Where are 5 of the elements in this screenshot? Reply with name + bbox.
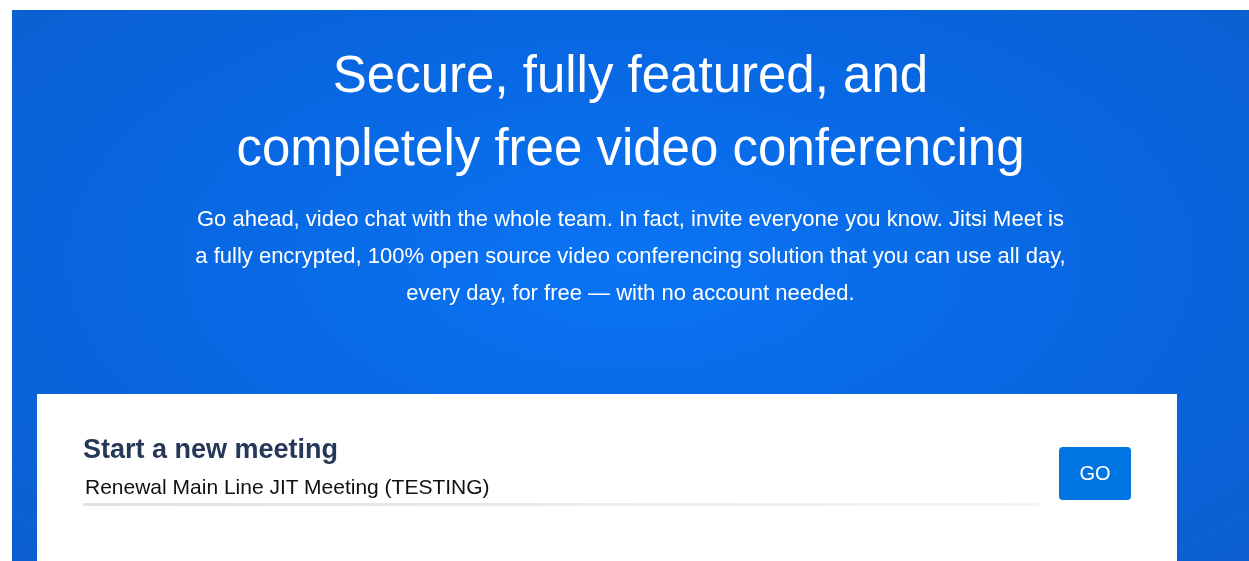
go-button[interactable]: GO xyxy=(1059,447,1131,500)
room-name-field[interactable]: Renewal Main Line JIT Meeting (TESTING) xyxy=(83,471,1039,506)
hero-description: Go ahead, video chat with the whole team. In fact, invite everyone you know. Jitsi Meet is a fully encrypted, 100% open source video conferencing solution that you can use all day, every day, for free — with no account needed. xyxy=(195,205,1066,307)
hero-title: Secure, fully featured, and completely free video conferencing xyxy=(236,45,1025,178)
card-heading: Start a new meeting xyxy=(83,434,340,465)
